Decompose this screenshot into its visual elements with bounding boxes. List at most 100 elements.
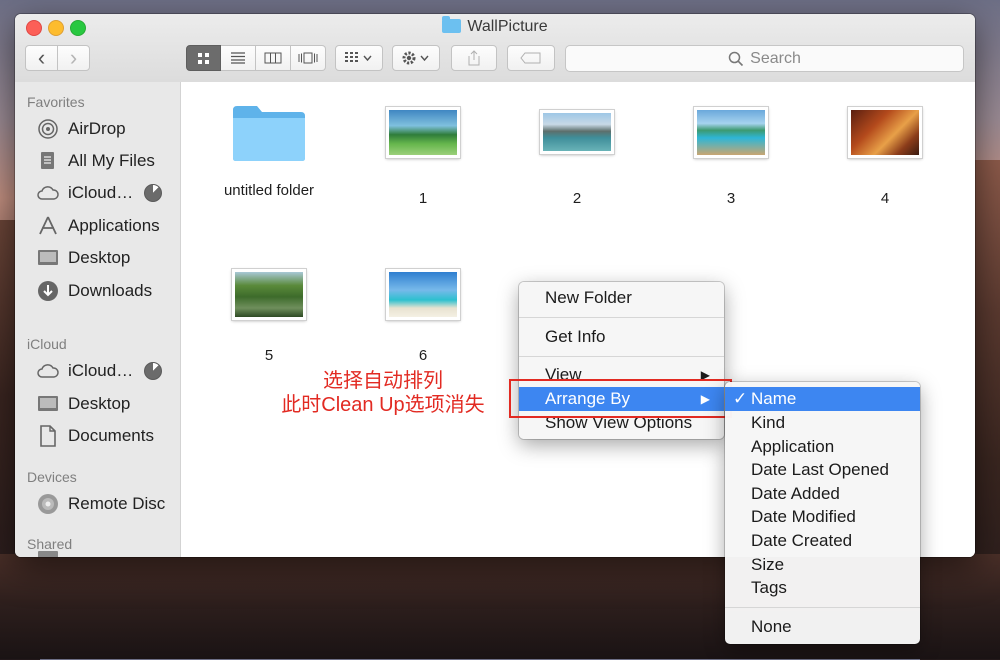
- search-icon: [728, 51, 744, 66]
- submenu-item-date-modified[interactable]: Date Modified: [725, 505, 920, 529]
- sidebar-header-favorites: Favorites: [27, 94, 85, 110]
- file-label: 2: [572, 190, 582, 207]
- columns-icon: [264, 52, 282, 64]
- sidebar-item-remote-disc[interactable]: Remote Disc: [37, 491, 165, 517]
- documents-icon: [37, 425, 59, 447]
- storage-usage-pie-icon: [144, 362, 162, 380]
- search-input[interactable]: Search: [565, 45, 964, 72]
- gear-icon: [402, 51, 429, 65]
- folder-icon: [442, 16, 462, 33]
- file-label: 3: [726, 190, 736, 207]
- sidebar-item-label: Remote Disc: [68, 494, 166, 513]
- sidebar-item-applications[interactable]: Applications: [37, 213, 160, 239]
- image-thumbnail: [848, 107, 922, 158]
- tags-button[interactable]: [507, 45, 555, 71]
- image-thumbnail: [386, 107, 460, 158]
- file-label: 1: [418, 190, 428, 207]
- airdrop-icon: [37, 118, 59, 140]
- file-label: 4: [880, 190, 890, 207]
- file-item-4[interactable]: 4: [820, 107, 950, 207]
- submenu-item-size[interactable]: Size: [725, 553, 920, 577]
- sidebar-item-label: All My Files: [68, 151, 155, 170]
- sidebar-item-all-my-files[interactable]: All My Files: [37, 148, 155, 174]
- image-thumbnail: [694, 107, 768, 158]
- checkmark-icon: ✓: [733, 389, 748, 408]
- annotation-highlight-box: [509, 379, 732, 418]
- sidebar-item-lizhi-pc[interactable]: lizhi_pc: [37, 546, 125, 557]
- computer-icon: [37, 548, 59, 557]
- sidebar-item-icloud-drive-2[interactable]: iCloud…: [37, 358, 133, 384]
- menu-separator: [519, 356, 724, 357]
- sidebar-header-icloud: iCloud: [27, 336, 67, 352]
- share-button[interactable]: [451, 45, 497, 71]
- sidebar-item-label: Desktop: [68, 248, 131, 267]
- column-view-button[interactable]: [256, 45, 291, 71]
- action-button[interactable]: [392, 45, 440, 71]
- menu-separator: [519, 317, 724, 318]
- sidebar-item-label: AirDrop: [68, 119, 126, 138]
- storage-usage-pie-icon: [144, 184, 162, 202]
- search-placeholder: Search: [750, 49, 801, 67]
- file-item-6[interactable]: 6: [358, 269, 488, 364]
- submenu-item-label: Name: [751, 389, 797, 408]
- sidebar-item-icloud-desktop[interactable]: Desktop: [37, 391, 130, 417]
- forward-button[interactable]: ›: [57, 45, 90, 71]
- annotation-line-2: 此时Clean Up选项消失: [281, 394, 485, 416]
- image-thumbnail: [232, 269, 306, 320]
- submenu-item-date-added[interactable]: Date Added: [725, 482, 920, 506]
- submenu-item-application[interactable]: Application: [725, 435, 920, 459]
- disc-icon: [37, 493, 59, 515]
- sidebar-item-label: Documents: [68, 426, 154, 445]
- chevron-left-icon: ‹: [37, 45, 46, 70]
- file-label: untitled folder: [223, 182, 315, 199]
- downloads-icon: [37, 280, 59, 302]
- sidebar-item-label: Downloads: [68, 281, 153, 300]
- applications-icon: [37, 215, 59, 237]
- sidebar-item-icloud-drive[interactable]: iCloud…: [37, 180, 133, 206]
- all-files-icon: [37, 150, 59, 172]
- cloud-icon: [37, 182, 59, 204]
- sidebar-item-label: Applications: [68, 216, 160, 235]
- folder-icon: [233, 106, 305, 161]
- image-thumbnail: [540, 110, 614, 154]
- view-mode-segmented: [186, 45, 326, 71]
- back-button[interactable]: ‹: [25, 45, 58, 71]
- list-icon: [231, 52, 245, 64]
- submenu-item-kind[interactable]: Kind: [725, 411, 920, 435]
- cover-flow-icon: [298, 52, 318, 64]
- submenu-item-date-last-opened[interactable]: Date Last Opened: [725, 458, 920, 482]
- file-item-2[interactable]: 2: [512, 110, 642, 207]
- sidebar-item-label: iCloud…: [68, 361, 134, 380]
- file-item-5[interactable]: 5: [204, 269, 334, 364]
- tag-icon: [520, 52, 541, 64]
- file-item-3[interactable]: 3: [666, 107, 796, 207]
- submenu-item-tags[interactable]: Tags: [725, 576, 920, 600]
- desktop-icon: [37, 247, 59, 269]
- icon-view-button[interactable]: [186, 45, 221, 71]
- cloud-icon: [37, 360, 59, 382]
- menu-item-get-info[interactable]: Get Info: [519, 325, 724, 349]
- sidebar-item-desktop[interactable]: Desktop: [37, 245, 130, 271]
- image-thumbnail: [386, 269, 460, 320]
- list-view-button[interactable]: [221, 45, 256, 71]
- window-title-text: WallPicture: [467, 18, 548, 35]
- sidebar-item-label: Desktop: [68, 394, 131, 413]
- submenu-item-date-created[interactable]: Date Created: [725, 529, 920, 553]
- sidebar-item-label: iCloud…: [68, 183, 134, 202]
- file-item-1[interactable]: 1: [358, 107, 488, 207]
- arrange-grid-icon: [345, 52, 372, 62]
- menu-separator: [725, 607, 920, 608]
- submenu-item-none[interactable]: None: [725, 615, 920, 639]
- sidebar-item-documents[interactable]: Documents: [37, 423, 154, 449]
- annotation-text: 选择自动排列 此时Clean Up选项消失: [258, 369, 508, 417]
- toolbar: WallPicture ‹ › Search: [15, 14, 975, 83]
- cover-flow-button[interactable]: [291, 45, 326, 71]
- menu-item-new-folder[interactable]: New Folder: [519, 286, 724, 310]
- sidebar-header-devices: Devices: [27, 469, 77, 485]
- sidebar-item-downloads[interactable]: Downloads: [37, 278, 152, 304]
- group-by-button[interactable]: [335, 45, 383, 71]
- sidebar-item-airdrop[interactable]: AirDrop: [37, 116, 126, 142]
- submenu-item-name[interactable]: ✓ Name: [725, 387, 920, 411]
- file-item-untitled-folder[interactable]: untitled folder: [204, 102, 334, 199]
- file-label: 5: [264, 347, 274, 364]
